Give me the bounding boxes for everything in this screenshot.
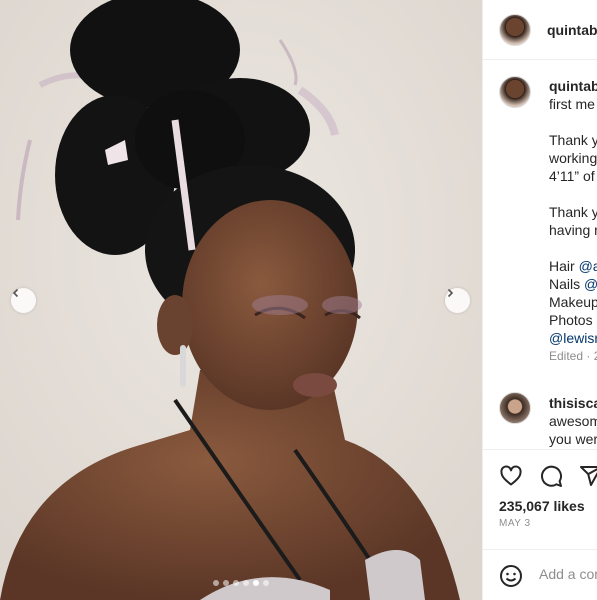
- caption-line: having r: [549, 222, 597, 238]
- caption-line: 4’11” of: [549, 168, 595, 184]
- comment-input[interactable]: [539, 566, 597, 582]
- caption-line: Thank y: [549, 132, 597, 148]
- post-date: MAY 3: [499, 518, 531, 529]
- emoji-icon: [500, 565, 522, 587]
- carousel-indicators: [0, 580, 482, 586]
- caption-gap: [549, 185, 597, 203]
- post-photo[interactable]: [0, 0, 482, 600]
- carousel-dot: [263, 580, 269, 586]
- caption-gap: [549, 239, 597, 257]
- hair-mention-link[interactable]: @a: [579, 258, 597, 274]
- author-username[interactable]: quintab: [547, 22, 597, 38]
- photos-mention-link[interactable]: @lewisr: [549, 330, 597, 346]
- credit-makeup: Makeup: [549, 294, 597, 310]
- share-icon: [580, 466, 597, 486]
- carousel-dot: [233, 580, 239, 586]
- caption-line: working: [549, 150, 597, 166]
- caption-avatar[interactable]: [499, 76, 531, 108]
- carousel-dot: [223, 580, 229, 586]
- comment-text: thisisca awesom you wer: [549, 394, 597, 448]
- comment-button[interactable]: [539, 464, 563, 488]
- carousel-dot: [213, 580, 219, 586]
- post-side-panel: quintab quintab first me Thank y working 4’…: [482, 0, 597, 600]
- portrait-image: [0, 0, 482, 600]
- chevron-right-icon: [447, 288, 454, 298]
- credit-hair: Hair @a: [549, 257, 597, 275]
- edited-timestamp: Edited · 2: [549, 349, 597, 363]
- caption-line: Thank y: [549, 204, 597, 220]
- like-count[interactable]: 235,067 likes: [499, 498, 585, 514]
- credit-photos: Photos: [549, 312, 593, 328]
- nails-mention-link[interactable]: @: [584, 276, 597, 292]
- post-header: quintab: [483, 0, 597, 60]
- carousel-next-button[interactable]: [445, 288, 470, 313]
- carousel-prev-button[interactable]: [11, 288, 36, 313]
- like-button[interactable]: [499, 464, 523, 488]
- comment-icon: [541, 465, 563, 487]
- commenter-avatar[interactable]: [499, 392, 531, 424]
- emoji-button[interactable]: [499, 564, 523, 588]
- caption-line: first me: [549, 96, 595, 112]
- credit-nails: Nails @: [549, 276, 597, 292]
- caption-gap: [549, 113, 597, 131]
- add-comment-bar: [483, 549, 597, 600]
- carousel-dot: [243, 580, 249, 586]
- action-bar: 235,067 likes MAY 3: [483, 449, 597, 549]
- caption-username[interactable]: quintab: [549, 78, 597, 94]
- chevron-left-icon: [12, 288, 19, 298]
- caption-text: quintab first me Thank y working 4’11” of Th…: [549, 77, 597, 365]
- author-avatar[interactable]: [499, 13, 531, 46]
- commenter-username[interactable]: thisisca: [549, 395, 597, 411]
- carousel-dot: [253, 580, 259, 586]
- share-button[interactable]: [579, 464, 597, 488]
- heart-icon: [500, 465, 522, 486]
